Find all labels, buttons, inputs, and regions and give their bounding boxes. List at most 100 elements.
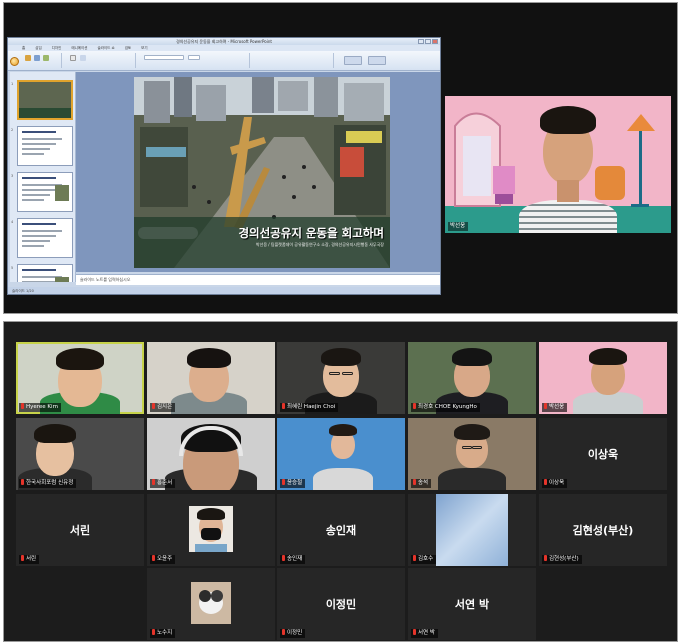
- participant-name-tag: 서린: [19, 555, 40, 564]
- participant-name: Hyeree Kim: [26, 404, 58, 410]
- participant-avatar: [436, 494, 508, 566]
- participant-name-tag: 송인재: [280, 555, 306, 564]
- slide-thumbnail-number: 4: [11, 220, 14, 224]
- ribbon-tab[interactable]: 디자인: [52, 46, 62, 50]
- shapes-icon[interactable]: [344, 56, 362, 65]
- participant-name: 오윤주: [157, 556, 173, 562]
- participant-name: 윤승철: [287, 480, 303, 486]
- slide-thumbnail[interactable]: [17, 172, 73, 212]
- participant-tile[interactable]: 서연 박 서연 박: [408, 568, 536, 640]
- muted-mic-icon: [544, 403, 547, 409]
- slide-subtitle: 박선웅 / 팀플랫폼데이 공유활동연구소 소장, 경의선공유지시민행동 사무국장: [255, 242, 384, 247]
- ribbon-tab[interactable]: 슬라이드 쇼: [97, 46, 114, 50]
- slide-thumbnail[interactable]: [17, 80, 73, 120]
- participant-name: 서연 박: [418, 630, 435, 636]
- participant-tile[interactable]: 김호수: [408, 494, 536, 566]
- participant-name: 최경호 CHOE KyungHo: [418, 404, 477, 410]
- paste-icon[interactable]: [25, 55, 31, 61]
- muted-mic-icon: [21, 555, 24, 561]
- participant-name-tag: 노수지: [150, 629, 176, 638]
- participant-name-tag: 오윤주: [150, 555, 176, 564]
- ribbon-tab[interactable]: 홈: [22, 46, 25, 50]
- muted-mic-icon: [21, 403, 24, 409]
- participant-tile[interactable]: 홍준서: [147, 418, 275, 490]
- arrange-icon[interactable]: [368, 56, 386, 65]
- close-button[interactable]: [432, 39, 438, 44]
- participant-tile[interactable]: 송인재 송인재: [277, 494, 405, 566]
- cut-icon[interactable]: [34, 55, 40, 61]
- participant-name-tag: 최경호 CHOE KyungHo: [411, 403, 480, 412]
- participant-avatar: [191, 582, 231, 624]
- slide-notes[interactable]: 슬라이드 노트를 입력하십시오: [76, 274, 440, 285]
- participant-tile[interactable]: Hyeree Kim: [16, 342, 144, 414]
- participant-tile[interactable]: 오윤주: [147, 494, 275, 566]
- muted-mic-icon: [413, 479, 416, 485]
- participant-tile[interactable]: 노수지: [147, 568, 275, 640]
- muted-mic-icon: [413, 629, 416, 635]
- font-size-box[interactable]: [188, 55, 200, 60]
- slide-thumbnail[interactable]: [17, 264, 73, 282]
- ribbon-tab[interactable]: 애니메이션: [71, 46, 87, 50]
- slide-thumbnail[interactable]: [17, 126, 73, 166]
- participant-tile[interactable]: 이상욱 이상욱: [539, 418, 667, 490]
- speaker-video[interactable]: 박선웅: [445, 96, 671, 233]
- participant-name-tag: 한국사회포럼 신유정: [19, 479, 77, 488]
- participant-name-tag: 서연 박: [411, 629, 438, 638]
- participant-tile[interactable]: 서린 서린: [16, 494, 144, 566]
- participant-tile[interactable]: 윤승철: [277, 418, 405, 490]
- gallery-view: Hyeree Kim 김지은 최혜린 Haejin Choi 최경호 CHOE Kyu…: [3, 321, 678, 642]
- muted-mic-icon: [282, 479, 285, 485]
- ribbon-group-clipboard: [22, 53, 62, 68]
- window-title: 경의선공유지 운동을 회고하며 - Microsoft PowerPoint: [8, 38, 440, 45]
- font-name-box[interactable]: [144, 55, 184, 60]
- participant-name: 송인재: [287, 556, 303, 562]
- muted-mic-icon: [413, 555, 416, 561]
- office-button-icon[interactable]: [10, 57, 19, 66]
- slide-title: 경의선공유지 운동을 회고하며: [238, 226, 384, 240]
- ribbon-group-paragraph: [254, 53, 334, 68]
- participant-tile[interactable]: 이정민 이정민: [277, 568, 405, 640]
- powerpoint-window: 경의선공유지 운동을 회고하며 - Microsoft PowerPoint 홈…: [7, 37, 441, 295]
- participant-name: 홍준서: [157, 480, 173, 486]
- ribbon-group-slides: [66, 53, 136, 68]
- participant-tile[interactable]: 한국사회포럼 신유정: [16, 418, 144, 490]
- participant-name: 서린: [26, 556, 37, 562]
- slide-thumbnail-pane: 123456: [10, 72, 76, 282]
- participant-name-tag: 김현성(부산): [542, 555, 582, 564]
- participant-tile[interactable]: 박선웅: [539, 342, 667, 414]
- participant-name-tag: 김호수: [411, 555, 437, 564]
- ribbon-tab[interactable]: 보기: [141, 46, 147, 50]
- current-slide[interactable]: 경의선공유지 운동을 회고하며 박선웅 / 팀플랫폼데이 공유활동연구소 소장,…: [134, 77, 390, 268]
- ribbon-tab[interactable]: 검토: [125, 46, 131, 50]
- status-bar: 슬라이드 1/20: [8, 287, 440, 294]
- participant-avatar: [189, 506, 233, 552]
- screen-share-view: 경의선공유지 운동을 회고하며 - Microsoft PowerPoint 홈…: [3, 2, 678, 314]
- participant-name: 송석: [418, 480, 429, 486]
- muted-mic-icon: [21, 479, 24, 485]
- participant-name: 박선웅: [549, 404, 565, 410]
- participant-name: 한국사회포럼 신유정: [26, 480, 74, 486]
- participant-tile[interactable]: 김지은: [147, 342, 275, 414]
- ribbon-tab[interactable]: 삽입: [35, 46, 41, 50]
- participant-name-tag: 이정민: [280, 629, 306, 638]
- layout-icon[interactable]: [80, 55, 86, 61]
- participant-name: 김지은: [157, 404, 173, 410]
- maximize-button[interactable]: [425, 39, 431, 44]
- slide-canvas: 경의선공유지 운동을 회고하며 박선웅 / 팀플랫폼데이 공유활동연구소 소장,…: [76, 72, 440, 272]
- ribbon-group-font: [140, 53, 250, 68]
- muted-mic-icon: [282, 629, 285, 635]
- copy-icon[interactable]: [43, 55, 49, 61]
- muted-mic-icon: [152, 479, 155, 485]
- slide-thumbnail-number: 5: [11, 266, 14, 270]
- participant-name: 노수지: [157, 630, 173, 636]
- slide-thumbnail[interactable]: [17, 218, 73, 258]
- participant-tile[interactable]: 김현성(부산) 김현성(부산): [539, 494, 667, 566]
- participant-tile[interactable]: 최혜린 Haejin Choi: [277, 342, 405, 414]
- participant-tile[interactable]: 최경호 CHOE KyungHo: [408, 342, 536, 414]
- minimize-button[interactable]: [418, 39, 424, 44]
- ribbon-group-drawing: [338, 53, 438, 68]
- participant-tile[interactable]: 송석: [408, 418, 536, 490]
- participant-name-tag: 박선웅: [542, 403, 568, 412]
- new-slide-icon[interactable]: [70, 55, 76, 61]
- participant-name-tag: Hyeree Kim: [19, 403, 61, 412]
